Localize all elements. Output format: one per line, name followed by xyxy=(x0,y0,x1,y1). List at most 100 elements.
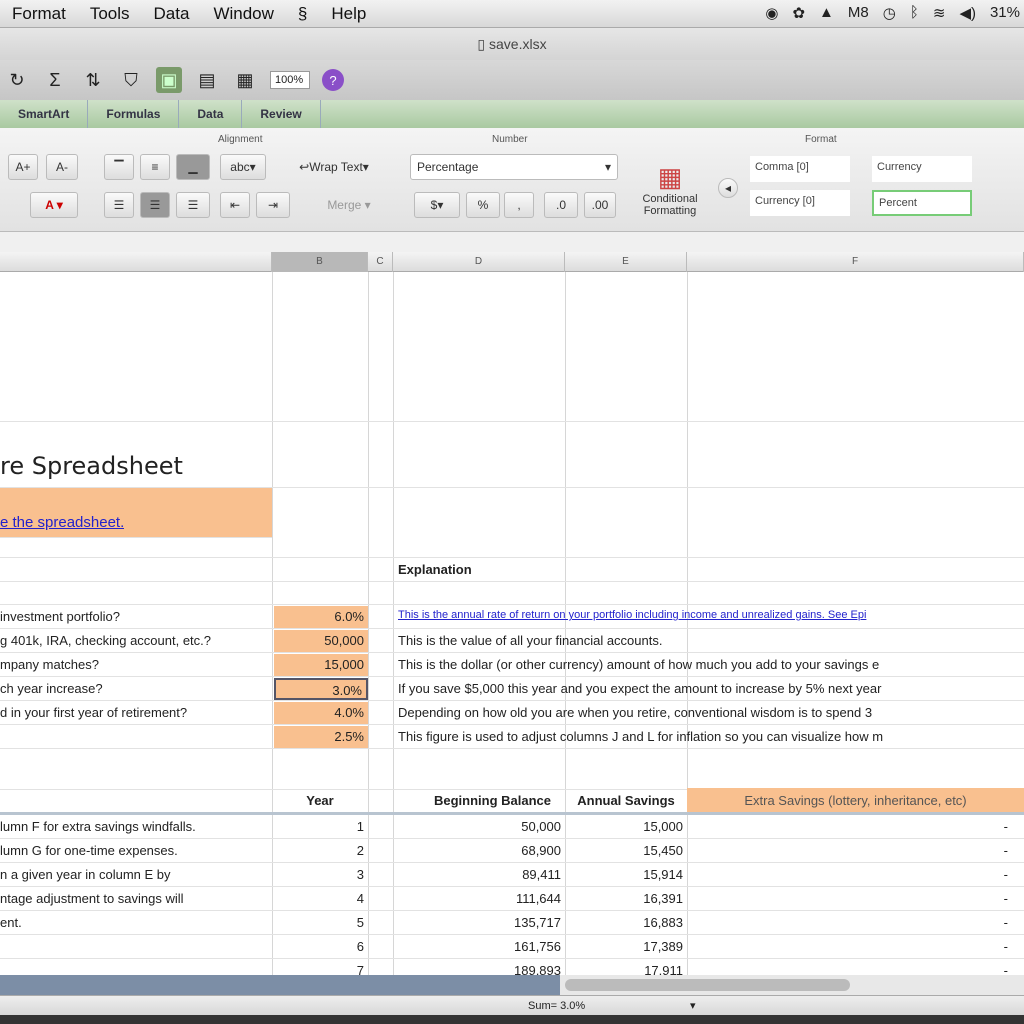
menu-script-icon[interactable]: § xyxy=(286,4,319,24)
align-right-button[interactable]: ☰ xyxy=(176,192,210,218)
help-icon[interactable]: ? xyxy=(322,69,344,91)
sync-icon[interactable]: ✿ xyxy=(792,4,805,22)
annual-savings-cell[interactable]: 16,883 xyxy=(565,915,687,930)
input-value[interactable]: 3.0% xyxy=(274,678,368,700)
annual-savings-cell[interactable]: 15,914 xyxy=(565,867,687,882)
tab-review[interactable]: Review xyxy=(242,100,320,128)
align-center-button[interactable]: ☰ xyxy=(140,192,170,218)
shrink-font-button[interactable]: A- xyxy=(46,154,78,180)
percent-style-button[interactable]: % xyxy=(466,192,500,218)
beginning-balance-cell[interactable]: 89,411 xyxy=(393,867,565,882)
volume-icon[interactable]: ◀) xyxy=(959,4,976,22)
sort-icon[interactable]: ⇅ xyxy=(80,67,106,93)
beginning-balance-cell[interactable]: 68,900 xyxy=(393,843,565,858)
extra-savings-cell[interactable]: - xyxy=(687,819,1024,834)
column-header-f[interactable]: F xyxy=(687,252,1024,272)
tab-smartart[interactable]: SmartArt xyxy=(0,100,88,128)
drive-icon[interactable]: ▲ xyxy=(819,4,834,22)
increase-decimal-button[interactable]: .0 xyxy=(544,192,578,218)
menu-window[interactable]: Window xyxy=(201,4,285,24)
record-icon[interactable]: ◉ xyxy=(765,4,778,22)
orientation-button[interactable]: abc▾ xyxy=(220,154,266,180)
sheet-tabs-area[interactable] xyxy=(0,975,560,995)
menu-tools[interactable]: Tools xyxy=(78,4,142,24)
extra-savings-cell[interactable]: - xyxy=(687,891,1024,906)
beginning-balance-cell[interactable]: 50,000 xyxy=(393,819,565,834)
wifi-icon[interactable]: ≋ xyxy=(933,4,946,22)
increase-indent-button[interactable]: ⇥ xyxy=(256,192,290,218)
font-color-button[interactable]: A ▾ xyxy=(30,192,78,218)
annual-savings-cell[interactable]: 15,450 xyxy=(565,843,687,858)
styles-prev-button[interactable]: ◂ xyxy=(718,178,738,198)
style-currency0[interactable]: Currency [0] xyxy=(750,190,850,216)
battery-label[interactable]: 31% xyxy=(990,4,1020,22)
year-cell[interactable]: 2 xyxy=(272,843,368,858)
zoom-field[interactable]: 100% xyxy=(270,71,310,89)
bluetooth-icon[interactable]: ᛒ xyxy=(910,4,919,22)
year-cell[interactable]: 5 xyxy=(272,915,368,930)
accounting-format-button[interactable]: $▾ xyxy=(414,192,460,218)
toolbox-icon[interactable]: ▤ xyxy=(194,67,220,93)
redo-icon[interactable]: ↻ xyxy=(4,67,30,93)
scrollbar-thumb[interactable] xyxy=(565,979,850,991)
column-header-d[interactable]: D xyxy=(393,252,565,272)
merge-button[interactable]: Merge ▾ xyxy=(306,192,392,218)
year-cell[interactable]: 3 xyxy=(272,867,368,882)
header-year: Year xyxy=(272,793,368,808)
gallery-icon[interactable]: ▣ xyxy=(156,67,182,93)
input-value[interactable]: 2.5% xyxy=(274,726,368,748)
input-row: investment portfolio? 6.0% This is the a… xyxy=(0,605,1024,629)
tab-data[interactable]: Data xyxy=(179,100,242,128)
year-cell[interactable]: 6 xyxy=(272,939,368,954)
beginning-balance-cell[interactable]: 135,717 xyxy=(393,915,565,930)
beginning-balance-cell[interactable]: 161,756 xyxy=(393,939,565,954)
style-comma0[interactable]: Comma [0] xyxy=(750,156,850,182)
column-header-e[interactable]: E xyxy=(565,252,687,272)
extra-savings-cell[interactable]: - xyxy=(687,843,1024,858)
year-cell[interactable]: 1 xyxy=(272,819,368,834)
conditional-formatting-button[interactable]: ▦Conditional Formatting xyxy=(630,150,710,228)
column-header-b[interactable]: B xyxy=(272,252,368,272)
decrease-indent-button[interactable]: ⇤ xyxy=(220,192,250,218)
decrease-decimal-button[interactable]: .00 xyxy=(584,192,616,218)
extra-savings-cell[interactable]: - xyxy=(687,915,1024,930)
menu-help[interactable]: Help xyxy=(319,4,378,24)
align-top-button[interactable]: ▔ xyxy=(104,154,134,180)
autosum-icon[interactable]: Σ xyxy=(42,67,68,93)
style-currency[interactable]: Currency xyxy=(872,156,972,182)
menu-format[interactable]: Format xyxy=(0,4,78,24)
align-middle-button[interactable]: ≡ xyxy=(140,154,170,180)
beginning-balance-cell[interactable]: 111,644 xyxy=(393,891,565,906)
instructions-link[interactable]: e the spreadsheet. xyxy=(0,514,124,531)
input-explanation: This figure is used to adjust columns J … xyxy=(398,729,1024,744)
column-header-c[interactable]: C xyxy=(368,252,393,272)
align-left-button[interactable]: ☰ xyxy=(104,192,134,218)
column-header-a[interactable] xyxy=(0,252,272,272)
comma-style-button[interactable]: , xyxy=(504,192,534,218)
style-percent[interactable]: Percent xyxy=(872,190,972,216)
clock-icon[interactable]: ◷ xyxy=(883,4,896,22)
input-question: d in your first year of retirement? xyxy=(0,705,187,720)
media-icon[interactable]: ▦ xyxy=(232,67,258,93)
grow-font-button[interactable]: A+ xyxy=(8,154,38,180)
input-value[interactable]: 50,000 xyxy=(274,630,368,652)
tab-formulas[interactable]: Formulas xyxy=(88,100,179,128)
filter-icon[interactable]: ⛉ xyxy=(118,67,144,93)
wrap-text-button[interactable]: ↩ Wrap Text ▾ xyxy=(276,154,392,180)
menu-data[interactable]: Data xyxy=(142,4,202,24)
input-explanation[interactable]: This is the annual rate of return on you… xyxy=(398,609,1024,621)
adobe-icon[interactable]: M8 xyxy=(848,4,869,22)
input-value[interactable]: 15,000 xyxy=(274,654,368,676)
number-format-select[interactable]: Percentage▾ xyxy=(410,154,618,180)
annual-savings-cell[interactable]: 15,000 xyxy=(565,819,687,834)
input-value[interactable]: 6.0% xyxy=(274,606,368,628)
align-bottom-button[interactable]: ▁ xyxy=(176,154,210,180)
year-cell[interactable]: 4 xyxy=(272,891,368,906)
extra-savings-cell[interactable]: - xyxy=(687,867,1024,882)
annual-savings-cell[interactable]: 16,391 xyxy=(565,891,687,906)
extra-savings-cell[interactable]: - xyxy=(687,939,1024,954)
sum-dropdown-icon[interactable]: ▾ xyxy=(690,999,696,1012)
horizontal-scrollbar[interactable] xyxy=(0,975,1024,995)
annual-savings-cell[interactable]: 17,389 xyxy=(565,939,687,954)
input-value[interactable]: 4.0% xyxy=(274,702,368,724)
